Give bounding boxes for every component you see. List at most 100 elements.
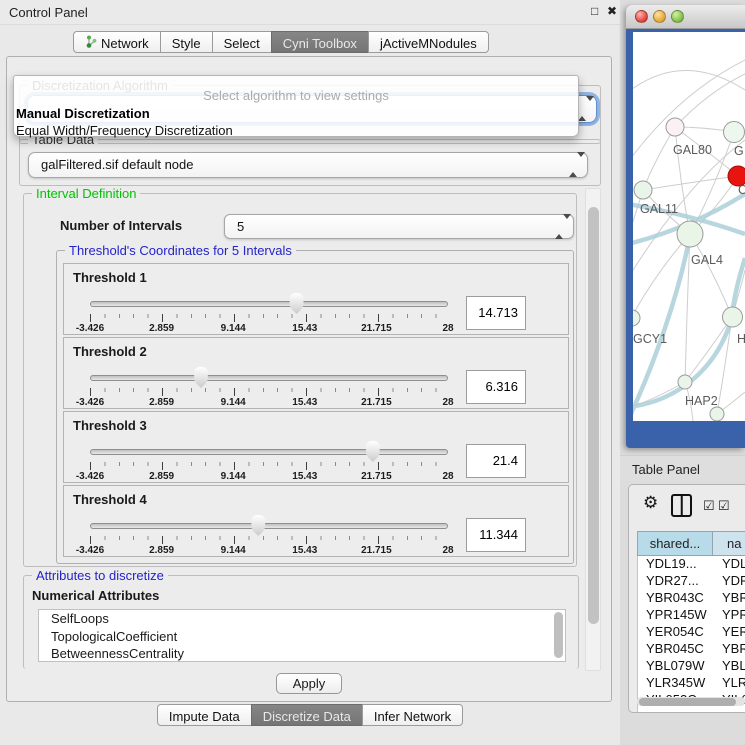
slider-track[interactable] xyxy=(90,449,448,455)
group-title: Interval Definition xyxy=(32,186,140,201)
cell-shared-name: YBR045C xyxy=(646,641,704,656)
table-data-combo[interactable]: galFiltered.sif default node xyxy=(28,152,588,178)
slider-track[interactable] xyxy=(90,375,448,381)
numerical-attributes-label: Numerical Attributes xyxy=(32,588,159,603)
tab-label: Select xyxy=(224,35,260,52)
control-panel: Control Panel □ ✖ Network Style Select C… xyxy=(0,0,620,745)
list-item[interactable]: SelfLoops xyxy=(39,610,565,628)
threshold-1-slider[interactable]: -3.426 2.859 9.144 15.43 21.715 28 xyxy=(90,292,448,334)
settings-scrollbar-track[interactable] xyxy=(585,188,601,671)
popup-option-manual-discretization[interactable]: Manual Discretization xyxy=(14,103,578,121)
table-hscrollbar-thumb[interactable] xyxy=(639,698,736,706)
node-gal4[interactable] xyxy=(677,221,703,247)
gear-icon[interactable]: ⚙ xyxy=(643,493,658,513)
slider-scale: -3.426 2.859 9.144 15.43 21.715 28 xyxy=(90,323,448,335)
slider-thumb[interactable] xyxy=(365,441,381,462)
threshold-2-value[interactable]: 6.316 xyxy=(466,370,526,404)
close-traffic-light-icon[interactable] xyxy=(635,10,648,23)
slider-thumb[interactable] xyxy=(250,515,266,536)
node-gal11[interactable] xyxy=(634,181,652,199)
table-row[interactable]: YBR045CYBR0 xyxy=(638,641,745,658)
node-label: GAL11 xyxy=(640,202,678,216)
minimize-traffic-light-icon[interactable] xyxy=(653,10,666,23)
scale-label: 9.144 xyxy=(221,545,246,556)
node-label: HAP2 xyxy=(685,394,718,408)
scale-label: -3.426 xyxy=(76,545,104,556)
screen: Control Panel □ ✖ Network Style Select C… xyxy=(0,0,745,745)
stepper-icon xyxy=(578,97,587,121)
table-row[interactable]: YBR043CYBR0 xyxy=(638,590,745,607)
network-canvas[interactable]: GAL80 GAL11 GAL4 GCY1 HAP2 G C H xyxy=(633,32,745,421)
node-hap2[interactable] xyxy=(678,375,692,389)
threshold-1-value[interactable]: 14.713 xyxy=(466,296,526,330)
list-scrollbar-thumb[interactable] xyxy=(554,612,563,658)
cell-name: YDR2 xyxy=(722,573,745,588)
slider-thumb[interactable] xyxy=(289,293,305,314)
threshold-2-slider[interactable]: -3.426 2.859 9.144 15.43 21.715 28 xyxy=(90,366,448,408)
float-window-icon[interactable]: □ xyxy=(591,4,598,18)
tab-select[interactable]: Select xyxy=(212,31,272,53)
table-hscrollbar-track[interactable] xyxy=(637,697,745,706)
arrow-down-icon xyxy=(563,214,571,234)
tab-style[interactable]: Style xyxy=(160,31,213,53)
tab-jactivemnodules[interactable]: jActiveMNodules xyxy=(368,31,489,53)
slider-track[interactable] xyxy=(90,301,448,307)
select-columns-icon[interactable]: ☑ xyxy=(703,498,715,514)
node-partial[interactable] xyxy=(710,407,724,421)
table-row[interactable]: YLR345WYLR3 xyxy=(638,675,745,692)
algorithm-dropdown-popup: Select algorithm to view settings Manual… xyxy=(13,75,579,137)
list-item[interactable]: TopologicalCoefficient xyxy=(39,628,565,646)
table-row[interactable]: YDR27...YDR2 xyxy=(638,573,745,590)
num-intervals-combo[interactable]: 5 xyxy=(224,214,574,239)
scale-label: 21.715 xyxy=(361,323,392,334)
table-panel-titlebar: Table Panel xyxy=(620,455,745,481)
node-g[interactable] xyxy=(724,122,745,143)
table-row[interactable]: YBL079WYBL0 xyxy=(638,658,745,675)
apply-button[interactable]: Apply xyxy=(276,673,342,694)
slider-ticks xyxy=(90,388,449,396)
cell-name: YBL0 xyxy=(722,658,745,673)
tab-label: Discretize Data xyxy=(263,708,351,725)
close-icon[interactable]: ✖ xyxy=(607,4,617,18)
arrow-up-icon xyxy=(578,101,586,121)
node-gal80[interactable] xyxy=(666,118,684,136)
threshold-4-value[interactable]: 11.344 xyxy=(466,518,526,552)
table-row[interactable]: YER054CYER0 xyxy=(638,624,745,641)
scale-label: 15.43 xyxy=(292,545,317,556)
threshold-3-value[interactable]: 21.4 xyxy=(466,444,526,478)
settings-scrollbar-thumb[interactable] xyxy=(588,207,599,624)
group-title: Threshold's Coordinates for 5 Intervals xyxy=(65,243,296,258)
list-item[interactable]: BetweennessCentrality xyxy=(39,645,565,662)
tab-cyni-toolbox[interactable]: Cyni Toolbox xyxy=(271,31,369,53)
column-header-shared-name[interactable]: shared... xyxy=(637,531,713,556)
popup-option-equal-width-frequency[interactable]: Equal Width/Frequency Discretization xyxy=(14,121,578,138)
scale-label: 2.859 xyxy=(149,323,174,334)
arrow-up-icon xyxy=(555,219,563,239)
tab-infer-network[interactable]: Infer Network xyxy=(362,704,463,726)
node-gcy1[interactable] xyxy=(633,310,640,326)
node-label: GAL4 xyxy=(691,253,723,267)
tab-label: Style xyxy=(172,35,201,52)
tab-discretize-data[interactable]: Discretize Data xyxy=(251,704,363,726)
show-columns-icon[interactable] xyxy=(671,494,692,517)
attributes-list[interactable]: SelfLoops TopologicalCoefficient Between… xyxy=(38,609,566,662)
panel-title: Control Panel xyxy=(9,5,88,20)
combo-value: galFiltered.sif default node xyxy=(41,157,193,172)
table-row[interactable]: YDL19...YDL1 xyxy=(638,556,745,573)
threshold-3-slider[interactable]: -3.426 2.859 9.144 15.43 21.715 28 xyxy=(90,440,448,482)
node-h[interactable] xyxy=(723,307,743,327)
slider-track[interactable] xyxy=(90,523,448,529)
edge xyxy=(633,70,745,92)
network-graph: GAL80 GAL11 GAL4 GCY1 HAP2 G C H xyxy=(633,32,745,421)
tab-impute-data[interactable]: Impute Data xyxy=(157,704,252,726)
slider-thumb[interactable] xyxy=(193,367,209,388)
table-row[interactable]: YPR145WYPR1 xyxy=(638,607,745,624)
threshold-4-slider[interactable]: -3.426 2.859 9.144 15.43 21.715 28 xyxy=(90,514,448,556)
tab-network[interactable]: Network xyxy=(73,31,161,53)
threshold-label: Threshold 4 xyxy=(73,492,147,507)
select-all-icon[interactable]: ☑ xyxy=(718,498,730,514)
zoom-traffic-light-icon[interactable] xyxy=(671,10,684,23)
network-window-titlebar[interactable] xyxy=(626,5,745,29)
column-header-name[interactable]: na xyxy=(712,531,745,556)
tab-label: Impute Data xyxy=(169,708,240,725)
